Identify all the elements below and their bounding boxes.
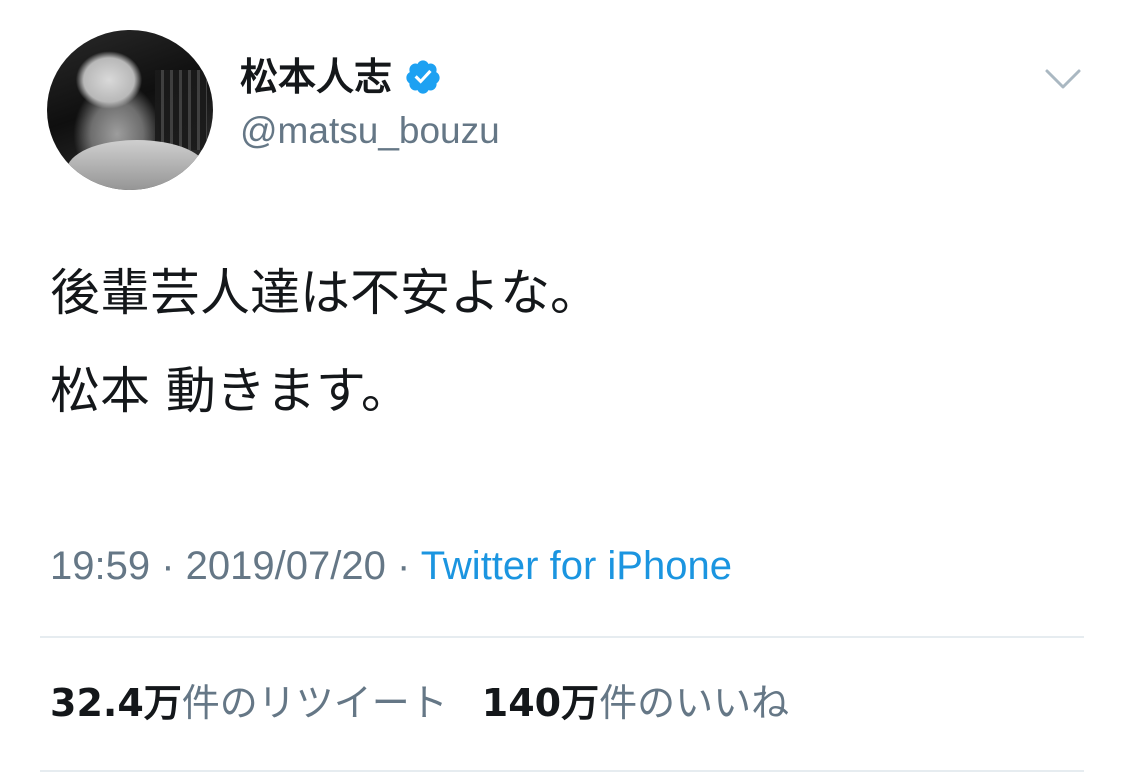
tweet-text: 後輩芸人達は不安よな。 松本 動きます。 xyxy=(50,268,600,416)
tweet-date[interactable]: 2019/07/20 xyxy=(186,544,386,588)
divider xyxy=(40,770,1084,772)
retweets-count: 32.4万 xyxy=(50,681,182,725)
likes-label: 件のいいね xyxy=(599,681,790,725)
tweet-meta: 19:59 · 2019/07/20 · Twitter for iPhone xyxy=(50,546,732,586)
display-name[interactable]: 松本人志 xyxy=(240,58,392,96)
tweet-card: 松本人志 @matsu_bouzu 後輩芸人達は不安よな。 松本 動きます。 1… xyxy=(0,0,1125,773)
tweet-text-line: 後輩芸人達は不安よな。 xyxy=(50,264,600,322)
retweets-stat[interactable]: 32.4万件のリツイート xyxy=(50,684,448,722)
tweet-source-link[interactable]: Twitter for iPhone xyxy=(421,544,732,588)
divider xyxy=(40,636,1084,638)
chevron-down-icon[interactable] xyxy=(1044,66,1082,92)
verified-badge-icon xyxy=(406,60,440,94)
retweets-label: 件のリツイート xyxy=(181,681,448,725)
user-handle[interactable]: @matsu_bouzu xyxy=(240,112,500,149)
avatar[interactable] xyxy=(47,30,213,190)
user-name-row: 松本人志 xyxy=(240,58,442,96)
tweet-stats: 32.4万件のリツイート 140万件のいいね xyxy=(50,684,789,722)
meta-separator: · xyxy=(385,544,421,588)
meta-separator: · xyxy=(150,544,186,588)
likes-count: 140万 xyxy=(481,681,600,725)
likes-stat[interactable]: 140万件のいいね xyxy=(482,684,789,722)
tweet-text-line: 松本 動きます。 xyxy=(50,362,411,420)
avatar-background xyxy=(155,70,207,150)
tweet-time[interactable]: 19:59 xyxy=(50,544,150,588)
